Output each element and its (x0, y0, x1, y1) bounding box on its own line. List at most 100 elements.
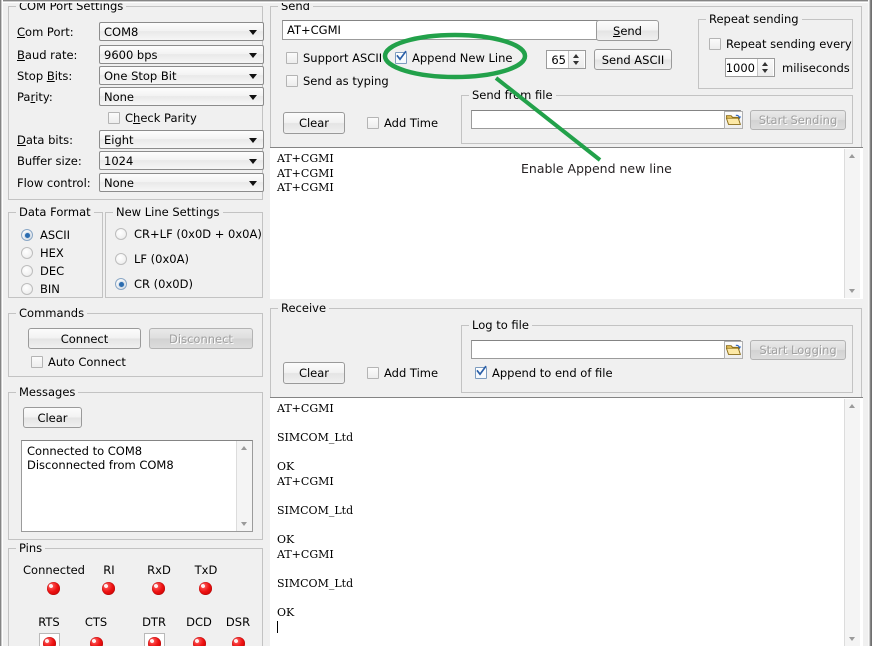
send-from-file-legend: Send from file (469, 89, 556, 101)
repeat-sending-group: Repeat sending Repeat sending every 1000… (698, 19, 853, 89)
spinner-buttons[interactable] (568, 51, 584, 68)
send-clear-button[interactable]: Clear (283, 112, 345, 134)
com-port-settings-group: COM Port Settings Com Port: COM8 Baud ra… (8, 6, 263, 200)
check-mark-icon (476, 365, 487, 377)
radio-label: BIN (40, 282, 60, 296)
receive-log-text: AT+CGMI SIMCOM_Ltd OK AT+CGMI SIMCOM_Ltd… (277, 402, 843, 636)
commands-group: Commands Connect Disconnect Auto Connect (8, 313, 263, 377)
checkbox-box (108, 112, 120, 124)
text-cursor (277, 621, 278, 633)
send-ascii-button[interactable]: Send ASCII (594, 49, 672, 70)
scroll-down-arrow-icon[interactable] (845, 284, 860, 298)
radio-label: LF (0x0A) (134, 252, 189, 266)
checkbox-box (367, 367, 379, 379)
pin-led-rxd (152, 582, 165, 595)
baud-rate-select[interactable]: 9600 bps (99, 45, 264, 64)
data-format-legend: Data Format (16, 206, 94, 218)
pin-led-dtr (148, 637, 161, 646)
radio-circle (21, 247, 33, 259)
pins-legend: Pins (16, 542, 45, 554)
messages-scrollbar[interactable] (236, 441, 252, 531)
ascii-code-spinner[interactable]: 65 (546, 50, 586, 69)
pins-group: Pins Connected RI RxD TxD RTS CTS DTR DC… (8, 548, 263, 646)
send-file-path-input[interactable] (471, 110, 741, 129)
pin-led-connected (47, 582, 60, 595)
log-to-file-legend: Log to file (469, 319, 532, 331)
receive-clear-button[interactable]: Clear (283, 362, 345, 384)
check-mark-icon (396, 50, 407, 62)
send-button[interactable]: Send (596, 20, 659, 41)
window-frame-left (0, 0, 3, 646)
pin-label-dtr: DTR (137, 615, 171, 629)
log-to-file-group: Log to file Start Logging Append to end … (461, 325, 853, 393)
log-file-browse-button[interactable] (724, 341, 743, 359)
chevron-down-icon (249, 159, 257, 164)
checkbox-box (286, 52, 298, 64)
pin-label-txd: TxD (189, 563, 223, 577)
com-port-value: COM8 (104, 25, 138, 39)
new-line-settings-legend: New Line Settings (113, 206, 223, 218)
start-sending-button[interactable]: Start Sending (750, 110, 846, 130)
send-group: Send AT+CGMI Send Support ASCII Append N… (270, 6, 862, 298)
data-bits-select[interactable]: Eight (99, 130, 264, 149)
pin-label-connected: Connected (18, 563, 90, 577)
spinner-down-icon[interactable] (762, 69, 768, 73)
window-frame-right (868, 0, 872, 646)
pin-led-txd (199, 582, 212, 595)
spinner-down-icon[interactable] (573, 61, 579, 65)
scroll-up-arrow-icon[interactable] (845, 149, 860, 163)
auto-connect-label: Auto Connect (48, 355, 126, 369)
scroll-up-arrow-icon[interactable] (845, 399, 860, 413)
receive-log[interactable]: AT+CGMI SIMCOM_Ltd OK AT+CGMI SIMCOM_Ltd… (270, 397, 863, 646)
messages-clear-button[interactable]: Clear (23, 407, 82, 428)
stop-bits-value: One Stop Bit (104, 69, 176, 83)
pin-led-ri (102, 582, 115, 595)
chevron-down-icon (249, 74, 257, 79)
log-file-path-input[interactable] (471, 340, 741, 359)
send-file-browse-button[interactable] (724, 111, 743, 129)
new-line-settings-group: New Line Settings CR+LF (0x0D + 0x0A) LF… (105, 212, 263, 298)
parity-select[interactable]: None (99, 87, 264, 106)
spinner-up-icon[interactable] (573, 54, 579, 58)
commands-legend: Commands (16, 307, 87, 319)
receive-legend: Receive (278, 302, 329, 314)
radio-label: CR (0x0D) (134, 277, 193, 291)
pin-label-rxd: RxD (142, 563, 176, 577)
data-bits-label: Data bits: (17, 133, 73, 147)
pin-led-dcd (193, 637, 206, 646)
chevron-down-icon (249, 138, 257, 143)
repeat-interval-spinner[interactable]: 1000 (725, 58, 775, 77)
send-command-input[interactable]: AT+CGMI (282, 20, 600, 40)
ascii-code-value: 65 (551, 53, 566, 67)
buffer-size-select[interactable]: 1024 (99, 151, 264, 170)
scroll-up-arrow-icon[interactable] (237, 441, 252, 455)
radio-circle (115, 228, 127, 240)
pin-label-dcd: DCD (182, 615, 216, 629)
data-bits-value: Eight (104, 133, 134, 147)
stop-bits-select[interactable]: One Stop Bit (99, 66, 264, 85)
chevron-down-icon (249, 95, 257, 100)
receive-add-time-label: Add Time (384, 366, 438, 380)
scroll-down-arrow-icon[interactable] (237, 517, 252, 531)
pin-label-rts: RTS (32, 615, 66, 629)
messages-log[interactable]: Connected to COM8 Disconnected from COM8 (21, 440, 253, 532)
baud-rate-value: 9600 bps (104, 48, 158, 62)
stop-bits-label: Stop Bits: (17, 69, 72, 83)
buffer-size-value: 1024 (104, 154, 133, 168)
messages-log-text: Connected to COM8 Disconnected from COM8 (27, 444, 232, 472)
flow-control-label: Flow control: (17, 176, 91, 190)
connect-button[interactable]: Connect (28, 328, 141, 349)
append-to-end-label: Append to end of file (492, 366, 613, 380)
data-format-group: Data Format ASCII HEX DEC BIN (8, 212, 103, 298)
start-logging-button[interactable]: Start Logging (750, 340, 846, 360)
repeat-sending-legend: Repeat sending (706, 13, 802, 25)
com-port-select[interactable]: COM8 (99, 22, 264, 41)
disconnect-button[interactable]: Disconnect (149, 328, 253, 349)
receive-log-scrollbar[interactable] (844, 399, 860, 646)
spinner-up-icon[interactable] (762, 62, 768, 66)
send-log-scrollbar[interactable] (844, 149, 860, 298)
spinner-buttons[interactable] (757, 59, 773, 76)
flow-control-select[interactable]: None (99, 173, 264, 192)
scroll-down-arrow-icon[interactable] (845, 632, 860, 646)
com-port-label: Com Port: (17, 25, 74, 39)
